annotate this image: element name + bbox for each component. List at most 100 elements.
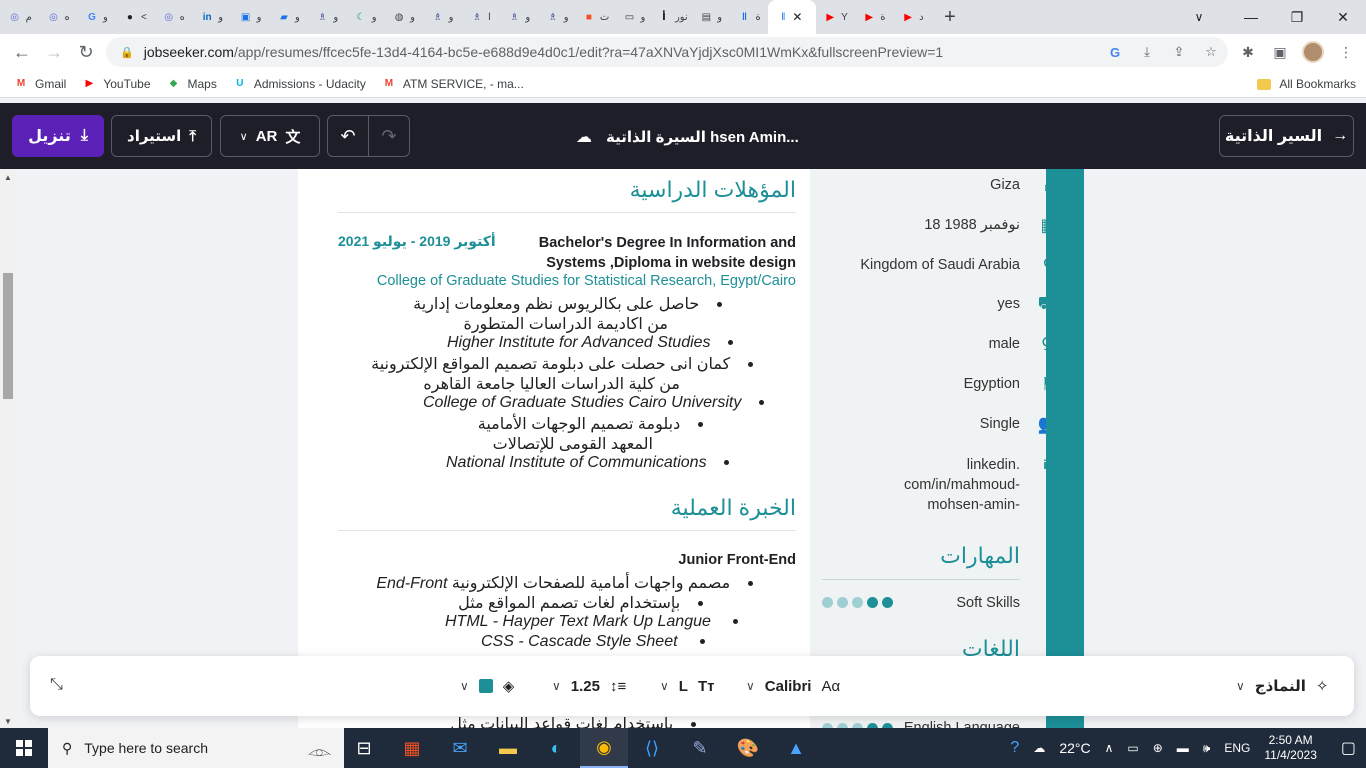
notepad-icon[interactable]: ✎ bbox=[676, 728, 724, 768]
browser-tab[interactable]: ● < bbox=[115, 0, 153, 34]
extensions-icon[interactable]: ✱ bbox=[1238, 44, 1258, 61]
list-item-text[interactable]: من اكاديمة الدراسات المتطورة bbox=[463, 314, 668, 334]
side-panel-icon[interactable]: ▣ bbox=[1270, 44, 1290, 61]
browser-tab[interactable]: ◍ و bbox=[384, 0, 422, 34]
weather-icon[interactable]: ☁ bbox=[1033, 741, 1045, 755]
browser-tab[interactable]: ◎ ه bbox=[154, 0, 192, 34]
marital-status-value[interactable]: Single bbox=[980, 416, 1020, 432]
driving-license-value[interactable]: yes bbox=[997, 296, 1020, 312]
address-bar[interactable]: 🔒 jobseeker.com/app/resumes/ffcec5fe-13d… bbox=[106, 37, 1228, 67]
store-icon[interactable]: ▦ bbox=[388, 728, 436, 768]
bookmark-item[interactable]: U Admissions - Udacity bbox=[233, 77, 366, 91]
file-explorer-icon[interactable]: ▬ bbox=[484, 728, 532, 768]
download-button[interactable]: تنزيل ⤓ bbox=[12, 115, 104, 157]
browser-tab[interactable]: ▶ ة bbox=[854, 0, 892, 34]
list-item-text[interactable]: المعهد القومى للإتصالات bbox=[493, 434, 653, 454]
minimize-icon[interactable]: — bbox=[1228, 0, 1274, 34]
education-college[interactable]: College of Graduate Studies for Statisti… bbox=[377, 273, 796, 289]
education-degree[interactable]: Bachelor's Degree In Information and Sys… bbox=[516, 233, 796, 273]
city-value[interactable]: Giza bbox=[990, 177, 1020, 193]
list-item-text[interactable]: من كلية الدراسات العاليا جامعة القاهره bbox=[423, 374, 680, 394]
redo-icon[interactable]: ↷ bbox=[368, 116, 409, 156]
document-title[interactable]: السيرة الذاتية hsen Amin... bbox=[606, 128, 799, 146]
menu-icon[interactable]: ⋮ bbox=[1336, 44, 1356, 61]
list-item[interactable]: كمان انى حصلت على دبلومة تصميم المواقع ا… bbox=[371, 354, 753, 374]
vscode-icon[interactable]: ⟨⟩ bbox=[628, 728, 676, 768]
line-height-select[interactable]: ∨ 1.25 ↕≡ bbox=[552, 674, 626, 698]
list-item[interactable]: HTML - Hayper Text Mark Up Langue bbox=[445, 613, 739, 631]
browser-tab[interactable]: ǁة bbox=[729, 0, 767, 34]
task-view-icon[interactable]: ⊟ bbox=[340, 728, 388, 768]
language-name[interactable]: English Language bbox=[904, 720, 1020, 728]
browser-tab-active[interactable]: ǁ ✕ bbox=[767, 0, 816, 34]
country-value[interactable]: Kingdom of Saudi Arabia bbox=[860, 257, 1020, 273]
browser-tab[interactable]: أ نور bbox=[653, 0, 691, 34]
google-lens-icon[interactable]: G bbox=[1106, 45, 1124, 60]
chrome-icon[interactable]: ◉ bbox=[580, 728, 628, 768]
clock[interactable]: 2:50 AM 11/4/2023 bbox=[1264, 733, 1317, 763]
browser-tab[interactable]: ■ ت bbox=[576, 0, 614, 34]
browser-tab[interactable]: in و bbox=[192, 0, 230, 34]
input-language[interactable]: ENG bbox=[1224, 741, 1250, 755]
templates-button[interactable]: ∨ النماذج ✧ bbox=[1236, 674, 1328, 698]
profile-avatar[interactable] bbox=[1302, 41, 1324, 63]
browser-tab[interactable]: ▶ د bbox=[893, 0, 931, 34]
forward-icon[interactable]: → bbox=[38, 36, 70, 68]
browser-tab[interactable]: ◎ م bbox=[0, 0, 38, 34]
bookmark-item[interactable]: M Gmail bbox=[14, 77, 67, 91]
birth-date-value[interactable]: 18 نوفمبر 1988 bbox=[924, 217, 1020, 233]
lock-icon[interactable]: 🔒 bbox=[120, 46, 134, 59]
font-size-select[interactable]: ∨ L Tт bbox=[660, 674, 714, 698]
color-picker[interactable]: ∨ ◈ bbox=[460, 674, 514, 698]
scroll-down-icon[interactable]: ▼ bbox=[4, 717, 12, 726]
list-item[interactable]: CSS - Cascade Style Sheet bbox=[481, 633, 705, 651]
skills-title[interactable]: المهارات bbox=[940, 543, 1020, 569]
bookmark-item[interactable]: ◆ Maps bbox=[167, 77, 217, 91]
list-item[interactable]: بإستخدام لغات قواعد البيانات مثل bbox=[450, 714, 696, 728]
list-item[interactable]: National Institute of Communications bbox=[446, 454, 730, 472]
list-item[interactable]: Higher Institute for Advanced Studies bbox=[447, 334, 734, 352]
start-button[interactable] bbox=[0, 728, 48, 768]
browser-tab[interactable]: ♗ و bbox=[499, 0, 537, 34]
education-title[interactable]: المؤهلات الدراسية bbox=[630, 177, 796, 203]
skill-name[interactable]: Soft Skills bbox=[956, 595, 1020, 611]
browser-tab[interactable]: ◎ ه bbox=[38, 0, 76, 34]
gender-value[interactable]: male bbox=[989, 336, 1020, 352]
back-icon[interactable]: ← bbox=[6, 36, 38, 68]
bookmark-item[interactable]: ▶ YouTube bbox=[82, 77, 150, 91]
chevron-up-icon[interactable]: ∧ bbox=[1105, 741, 1114, 755]
linkedin-value[interactable]: linkedin. com/in/mahmoud- mohsen-amin- bbox=[904, 455, 1020, 515]
list-item[interactable]: بإستخدام لغات تصمم المواقع مثل bbox=[458, 593, 703, 613]
experience-title[interactable]: الخبرة العملية bbox=[671, 495, 796, 521]
browser-tab[interactable]: ♗ و bbox=[307, 0, 345, 34]
browser-tab[interactable]: ♗ و bbox=[422, 0, 460, 34]
job-title[interactable]: Junior Front-End bbox=[678, 552, 796, 568]
education-date[interactable]: أكتوبر 2019 - يوليو 2021 bbox=[338, 233, 496, 250]
weather-temp[interactable]: 22°C bbox=[1059, 740, 1090, 756]
notifications-icon[interactable]: ▢ bbox=[1341, 738, 1356, 758]
undo-icon[interactable]: ↶ bbox=[328, 116, 368, 156]
battery-icon[interactable]: ▬ bbox=[1177, 741, 1189, 755]
browser-tab[interactable]: ♗ ا bbox=[461, 0, 499, 34]
list-item[interactable]: حاصل على بكالريوس نظم ومعلومات إدارية bbox=[413, 294, 722, 314]
browser-tab[interactable]: ▣ و bbox=[230, 0, 268, 34]
all-bookmarks[interactable]: All Bookmarks bbox=[1257, 70, 1356, 98]
close-window-icon[interactable]: ✕ bbox=[1320, 0, 1366, 34]
exit-fullscreen-icon[interactable]: ⤡ bbox=[50, 676, 63, 694]
mail-icon[interactable]: ✉ bbox=[436, 728, 484, 768]
help-icon[interactable]: ? bbox=[1010, 739, 1019, 757]
edge-icon[interactable]: ◐ bbox=[532, 728, 580, 768]
language-select[interactable]: ∨ AR 文 bbox=[220, 115, 320, 157]
reload-icon[interactable]: ↻ bbox=[70, 36, 102, 68]
browser-tab[interactable]: ▭ و bbox=[614, 0, 652, 34]
browser-tab[interactable]: ▤ و bbox=[691, 0, 729, 34]
list-item[interactable]: دبلومة تصميم الوجهات الأمامية bbox=[478, 414, 703, 434]
scrollbar-thumb[interactable] bbox=[3, 273, 13, 399]
list-item[interactable]: College of Graduate Studies Cairo Univer… bbox=[423, 394, 765, 412]
close-tab-icon[interactable]: ✕ bbox=[792, 10, 802, 24]
browser-tab[interactable]: ▰ و bbox=[269, 0, 307, 34]
maximize-icon[interactable]: ❐ bbox=[1274, 0, 1320, 34]
globe-icon[interactable]: ⊕ bbox=[1153, 741, 1163, 755]
browser-tab[interactable]: Gو bbox=[77, 0, 115, 34]
paint-icon[interactable]: 🎨 bbox=[724, 728, 772, 768]
